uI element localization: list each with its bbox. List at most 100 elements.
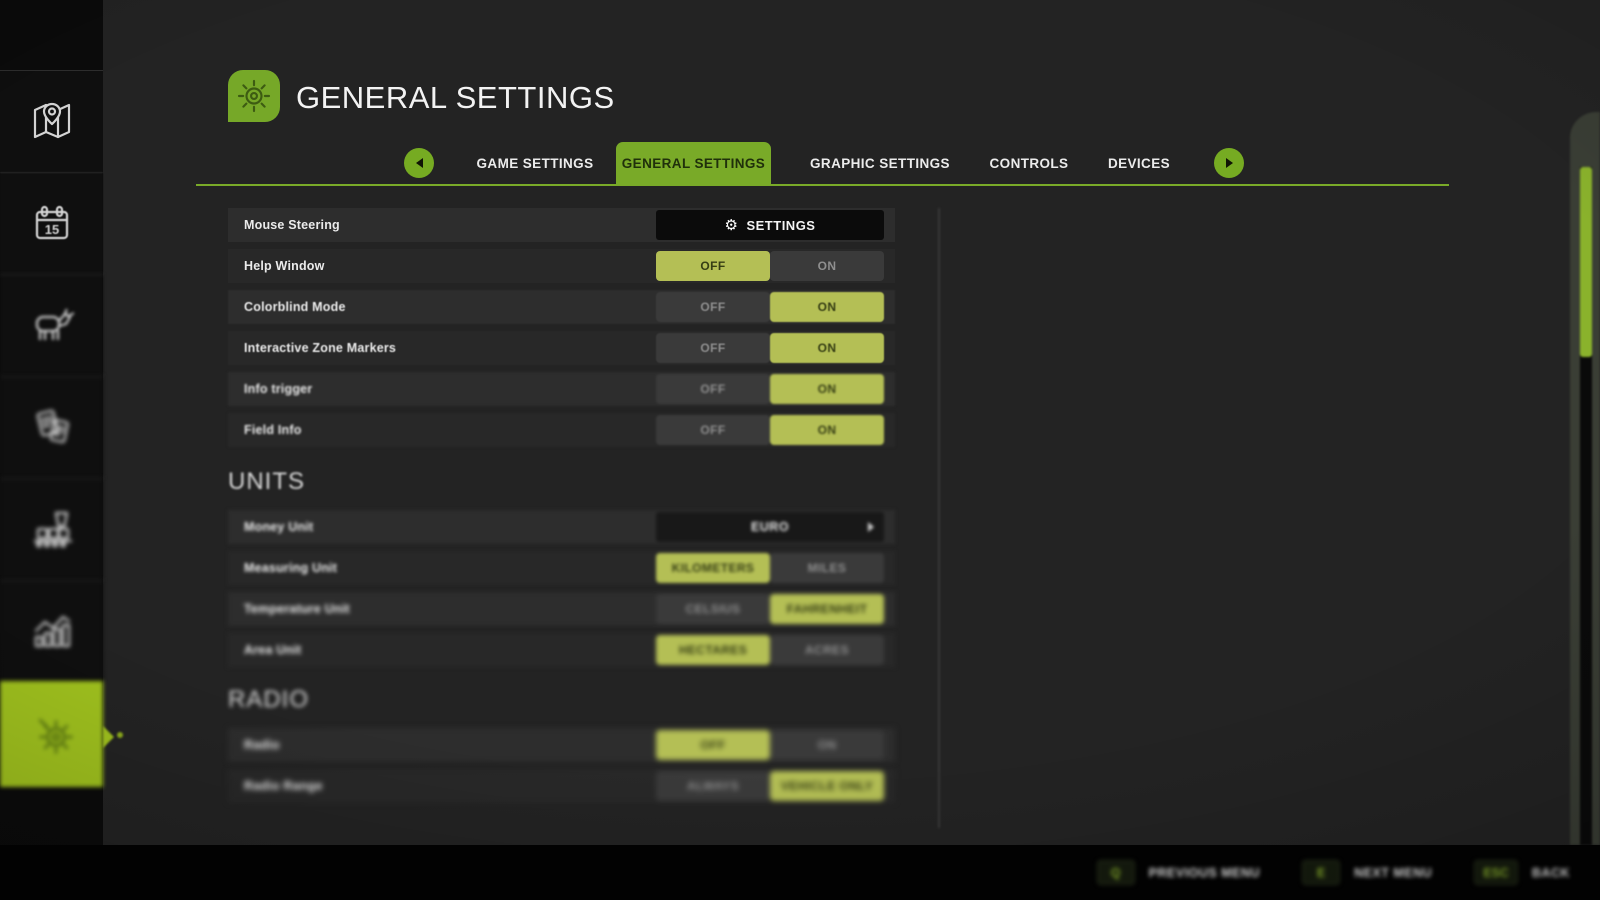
setting-row-money-unit: Money Unit EURO xyxy=(228,510,895,544)
setting-row-radio: Radio OFF ON xyxy=(228,728,895,762)
sidebar-active-dot xyxy=(117,732,123,738)
setting-row-help-window: Help Window OFF ON xyxy=(228,249,895,283)
setting-row-area-unit: Area Unit HECTARES ACRES xyxy=(228,633,895,667)
key-e-badge: E xyxy=(1302,860,1340,885)
setting-row-field-info: Field Info OFF ON xyxy=(228,413,895,447)
documents-icon xyxy=(28,403,76,451)
interactive-zone-markers-toggle: OFF ON xyxy=(656,333,884,363)
map-icon xyxy=(28,97,76,145)
page-icon-badge xyxy=(228,70,280,122)
setting-label: Field Info xyxy=(228,423,302,437)
section-title-units: UNITS xyxy=(228,468,895,496)
back-label: BACK xyxy=(1532,866,1570,880)
field-info-toggle: OFF ON xyxy=(656,415,884,445)
statistics-icon xyxy=(28,607,76,655)
key-esc-badge: ESC xyxy=(1474,860,1518,885)
setting-label: Temperature Unit xyxy=(228,602,350,616)
toggle-option-off[interactable]: OFF xyxy=(656,415,770,445)
sidebar-active-pointer xyxy=(103,726,114,748)
toggle-option-fahrenheit[interactable]: FAHRENHEIT xyxy=(770,594,884,624)
sidebar: 15 xyxy=(0,0,103,845)
sidebar-item-calendar[interactable]: 15 xyxy=(0,172,103,273)
section-title-radio: RADIO xyxy=(228,686,895,714)
tab-game-settings[interactable]: GAME SETTINGS xyxy=(470,142,600,186)
previous-menu-label: PREVIOUS MENU xyxy=(1149,866,1260,880)
radio-toggle: OFF ON xyxy=(656,730,884,760)
toggle-option-vehicle-only[interactable]: VEHICLE ONLY xyxy=(770,771,884,801)
key-hints: Q PREVIOUS MENU E NEXT MENU ESC BACK xyxy=(1097,845,1570,900)
next-menu-label: NEXT MENU xyxy=(1354,866,1432,880)
toggle-option-on[interactable]: ON xyxy=(770,730,884,760)
toggle-option-on[interactable]: ON xyxy=(770,292,884,322)
temperature-unit-toggle: CELSIUS FAHRENHEIT xyxy=(656,594,884,624)
setting-label: Money Unit xyxy=(228,520,313,534)
area-unit-toggle: HECTARES ACRES xyxy=(656,635,884,665)
settings-wrench-icon xyxy=(28,711,76,759)
toggle-option-off[interactable]: OFF xyxy=(656,292,770,322)
sidebar-item-animals[interactable] xyxy=(0,274,103,375)
cow-icon xyxy=(28,301,76,349)
money-unit-dropdown[interactable]: EURO xyxy=(656,512,884,542)
setting-label: Help Window xyxy=(228,259,325,273)
toggle-option-off[interactable]: OFF xyxy=(656,374,770,404)
toggle-option-celsius[interactable]: CELSIUS xyxy=(656,594,770,624)
setting-label: Radio Range xyxy=(228,779,323,793)
mouse-steering-settings-button[interactable]: ⚙ SETTINGS xyxy=(656,210,884,240)
setting-label: Colorblind Mode xyxy=(228,300,346,314)
toggle-option-on[interactable]: ON xyxy=(770,374,884,404)
setting-row-temperature-unit: Temperature Unit CELSIUS FAHRENHEIT xyxy=(228,592,895,626)
setting-label: Radio xyxy=(228,738,280,752)
setting-row-info-trigger: Info trigger OFF ON xyxy=(228,372,895,406)
calendar-day-label: 15 xyxy=(44,222,58,237)
setting-label: Info trigger xyxy=(228,382,312,396)
settings-list: Mouse Steering ⚙ SETTINGS Help Window OF… xyxy=(228,208,895,810)
sidebar-item-statistics[interactable] xyxy=(0,580,103,681)
toggle-option-kilometers[interactable]: KILOMETERS xyxy=(656,553,770,583)
setting-label: Area Unit xyxy=(228,643,301,657)
key-q-badge: Q xyxy=(1097,860,1135,885)
toggle-option-off[interactable]: OFF xyxy=(656,730,770,760)
chevron-right-icon xyxy=(1226,158,1233,168)
toggle-option-on[interactable]: ON xyxy=(770,251,884,281)
setting-row-mouse-steering: Mouse Steering ⚙ SETTINGS xyxy=(228,208,895,242)
tab-devices[interactable]: DEVICES xyxy=(1100,142,1178,186)
page-title: GENERAL SETTINGS xyxy=(296,80,615,116)
gear-icon: ⚙ xyxy=(725,216,739,234)
tab-general-settings[interactable]: GENERAL SETTINGS xyxy=(616,142,771,186)
chevron-right-icon xyxy=(868,522,874,532)
setting-row-radio-range: Radio Range ALWAYS VEHICLE ONLY xyxy=(228,769,895,803)
toggle-option-always[interactable]: ALWAYS xyxy=(656,771,770,801)
sidebar-item-contracts[interactable] xyxy=(0,376,103,477)
calendar-icon: 15 xyxy=(28,199,76,247)
page-scrollbar-thumb[interactable] xyxy=(1580,167,1592,357)
list-scrollbar[interactable] xyxy=(938,208,940,828)
setting-label: Mouse Steering xyxy=(228,218,340,232)
tab-controls[interactable]: CONTROLS xyxy=(983,142,1075,186)
help-window-toggle: OFF ON xyxy=(656,251,884,281)
footer-bar: Q PREVIOUS MENU E NEXT MENU ESC BACK xyxy=(0,845,1600,900)
info-trigger-toggle: OFF ON xyxy=(656,374,884,404)
colorblind-mode-toggle: OFF ON xyxy=(656,292,884,322)
sidebar-item-map[interactable] xyxy=(0,70,103,171)
toggle-option-off[interactable]: OFF xyxy=(656,333,770,363)
toggle-option-hectares[interactable]: HECTARES xyxy=(656,635,770,665)
toggle-option-on[interactable]: ON xyxy=(770,415,884,445)
radio-range-toggle: ALWAYS VEHICLE ONLY xyxy=(656,771,884,801)
setting-label: Measuring Unit xyxy=(228,561,337,575)
measuring-unit-toggle: KILOMETERS MILES xyxy=(656,553,884,583)
sidebar-item-settings[interactable] xyxy=(0,681,103,787)
toggle-option-acres[interactable]: ACRES xyxy=(770,635,884,665)
toggle-option-miles[interactable]: MILES xyxy=(770,553,884,583)
page-scrollbar-gutter xyxy=(1570,112,1600,845)
toggle-option-off[interactable]: OFF xyxy=(656,251,770,281)
tabs-next-button[interactable] xyxy=(1214,148,1244,178)
page-scrollbar-track[interactable] xyxy=(1580,167,1592,845)
setting-row-colorblind-mode: Colorblind Mode OFF ON xyxy=(228,290,895,324)
tabs-prev-button[interactable] xyxy=(404,148,434,178)
tab-graphic-settings[interactable]: GRAPHIC SETTINGS xyxy=(805,142,955,186)
tab-underline xyxy=(196,184,1449,186)
production-icon xyxy=(28,505,76,553)
sidebar-item-production[interactable] xyxy=(0,478,103,579)
dropdown-value: EURO xyxy=(751,520,789,534)
toggle-option-on[interactable]: ON xyxy=(770,333,884,363)
